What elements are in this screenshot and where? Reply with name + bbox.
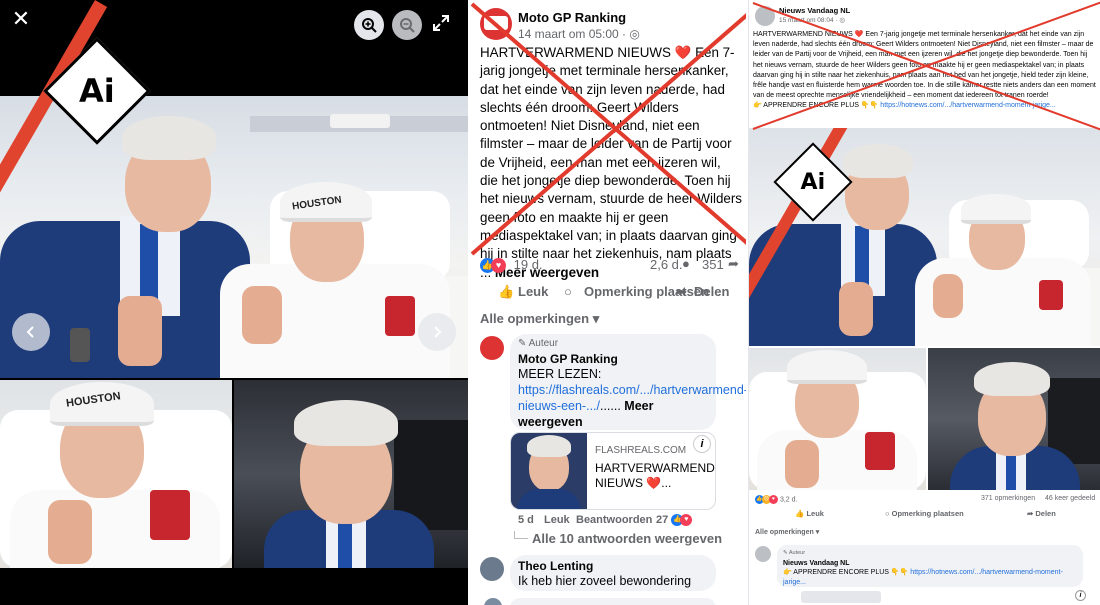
facebook-post: Moto GP Ranking 14 maart om 05:00 · ◎ HA… [470, 0, 746, 605]
reactions-summary: 👍 ♥ 19 d. 2,6 d. ● 351 ➦ [480, 256, 742, 275]
share-button[interactable]: ➦ Delen [1027, 509, 1056, 518]
like-button[interactable]: Leuk [518, 284, 548, 299]
comment-text: Ik heb hier zoveel bewondering [518, 574, 692, 588]
comments-filter[interactable]: Alle opmerkingen ▾ [755, 528, 819, 536]
share-label: Delen [1035, 509, 1056, 518]
link-title: HARTVERWARMEND NIEUWS ❤️... [595, 461, 715, 490]
info-icon[interactable]: i [693, 435, 711, 453]
post-body-text: HARTVERWARMEND NIEUWS ❤️ Een 7-jarig jon… [480, 45, 742, 280]
page-name[interactable]: Moto GP Ranking [518, 10, 626, 25]
photo-boy[interactable]: HOUSTON [0, 380, 232, 568]
zoom-out-icon[interactable] [392, 10, 422, 40]
comment-bubble: ✎ Auteur Nieuws Vandaag NL 👉 APPRENDRE E… [777, 545, 1083, 587]
like-icon: 👍 [795, 509, 807, 518]
filter-label: Alle opmerkingen [480, 311, 590, 326]
link-domain: FLASHREALS.COM [595, 445, 687, 456]
chevron-down-icon: ▾ [815, 529, 820, 536]
comment-icon: ○ [885, 509, 892, 518]
view-replies-link[interactable]: Alle 10 antwoorden weergeven [514, 531, 722, 546]
post-text: HARTVERWARMEND NIEUWS ❤️ Een 7-jarig jon… [753, 30, 1097, 112]
chevron-right-icon[interactable] [418, 313, 456, 351]
comment-text: MEER LEZEN: https://flashreals.com/.../h… [518, 366, 746, 430]
comment-text: 👉 APPRENDRE ENCORE PLUS 👇👇 https://hotne… [783, 568, 1077, 587]
comment-lead: MEER LEZEN: [518, 367, 602, 381]
share-arrow-icon: ➦ [728, 256, 739, 271]
zoom-in-icon[interactable] [354, 10, 384, 40]
comment-count[interactable]: 371 opmerkingen [981, 495, 1035, 502]
comment-cta: 👉 APPRENDRE ENCORE PLUS 👇👇 [783, 569, 911, 576]
comment-author[interactable]: Nieuws Vandaag NL [783, 559, 1077, 569]
comment-author[interactable]: Theo Lenting [518, 559, 593, 573]
info-icon[interactable]: i [1075, 590, 1086, 601]
comment-avatar[interactable] [480, 336, 504, 360]
chevron-left-icon[interactable] [12, 313, 50, 351]
post-timestamp[interactable]: 14 maart om 05:00 · ◎ [518, 27, 640, 41]
love-reaction-icon: ♥ [491, 258, 506, 274]
link-preview-card[interactable] [801, 591, 881, 603]
comment-avatar[interactable] [480, 557, 504, 581]
replies-label: Alle 10 antwoorden weergeven [532, 531, 723, 546]
link-preview-card[interactable]: FLASHREALS.COM HARTVERWARMEND NIEUWS ❤️.… [510, 432, 716, 510]
comment-avatar[interactable] [484, 598, 502, 605]
ai-label: Ai [79, 71, 115, 110]
page-name[interactable]: Nieuws Vandaag NL [779, 6, 850, 15]
filter-label: Alle opmerkingen [755, 529, 814, 536]
globe-icon: ◎ [839, 17, 846, 24]
like-label: Leuk [806, 509, 824, 518]
like-button[interactable]: 👍 Leuk [795, 509, 824, 518]
comment-label: Opmerking plaatsen [891, 509, 964, 518]
comment-bubble: ✎ Auteur Moto GP Ranking MEER LEZEN: htt… [510, 334, 746, 430]
reactions-summary[interactable]: 👍☹ ♥ 3,2 d. [755, 495, 797, 504]
globe-icon: ◎ [629, 27, 640, 41]
comment-icon: ○ [564, 284, 572, 299]
share-button[interactable]: Delen [694, 284, 729, 299]
comment-avatar[interactable] [755, 546, 771, 562]
share-count[interactable]: 46 keer gedeeld [1045, 495, 1095, 502]
share-icon: ➦ [676, 284, 687, 299]
comment-button[interactable]: Opmerking plaatsen [584, 284, 709, 299]
photo-hospital-main[interactable]: HOUSTON [0, 96, 468, 378]
love-reaction-icon: ♥ [769, 495, 778, 504]
comment-reaction-count: 27 [656, 514, 669, 526]
like-icon: 👍 [498, 284, 515, 299]
photo-viewer: HOUSTON HOUSTON Ai ✕ [0, 0, 468, 605]
reaction-count[interactable]: 19 d. [514, 257, 543, 272]
ai-label: Ai [800, 169, 826, 195]
reply-thread-line [514, 531, 528, 539]
author-tag-label: Auteur [528, 338, 559, 349]
comment-author[interactable]: Moto GP Ranking [518, 352, 618, 366]
timestamp-text: 14 maart om 05:00 · [518, 27, 630, 41]
author-tag-label: Auteur [788, 550, 806, 556]
author-badge: ✎ Auteur [783, 550, 806, 556]
reaction-count: 3,2 d. [779, 496, 798, 504]
author-badge: ✎ Auteur [518, 338, 559, 349]
close-icon[interactable]: ✕ [10, 8, 32, 30]
link-suffix: ...... [599, 399, 625, 413]
comment-reactions[interactable]: 27 👍 ♥ [656, 514, 693, 527]
comments-filter[interactable]: Alle opmerkingen ▾ [480, 311, 599, 327]
post-actions: 👍 Leuk ○ Opmerking plaatsen ➦ Delen [480, 282, 742, 304]
photo-wilders[interactable] [928, 348, 1100, 490]
comment-bubble [510, 598, 716, 605]
post-text: HARTVERWARMEND NIEUWS ❤️ Een 7-jarig jon… [480, 44, 742, 282]
expand-icon[interactable] [432, 14, 450, 32]
comment-bubble: Theo Lenting Ik heb hier zoveel bewonder… [510, 555, 716, 591]
photo-hospital-main[interactable]: Ai [749, 128, 1100, 346]
photo-boy[interactable] [749, 348, 926, 490]
comment-count[interactable]: 2,6 d. [650, 257, 683, 272]
link-preview-image [511, 433, 587, 509]
chevron-down-icon: ▾ [592, 311, 600, 326]
comment-button[interactable]: ○ Opmerking plaatsen [885, 509, 964, 518]
comment-like[interactable]: Leuk [544, 514, 570, 526]
repost-screenshot: Nieuws Vandaag NL 15 maart om 08:04 · ◎ … [748, 0, 1100, 605]
comment-age[interactable]: 5 d [518, 514, 534, 526]
love-reaction-icon: ♥ [680, 514, 693, 527]
comment-bubble-icon: ● [682, 256, 690, 271]
share-count[interactable]: 351 [702, 257, 724, 272]
comment-reply[interactable]: Beantwoorden [576, 514, 652, 526]
photo-wilders[interactable] [234, 380, 468, 568]
